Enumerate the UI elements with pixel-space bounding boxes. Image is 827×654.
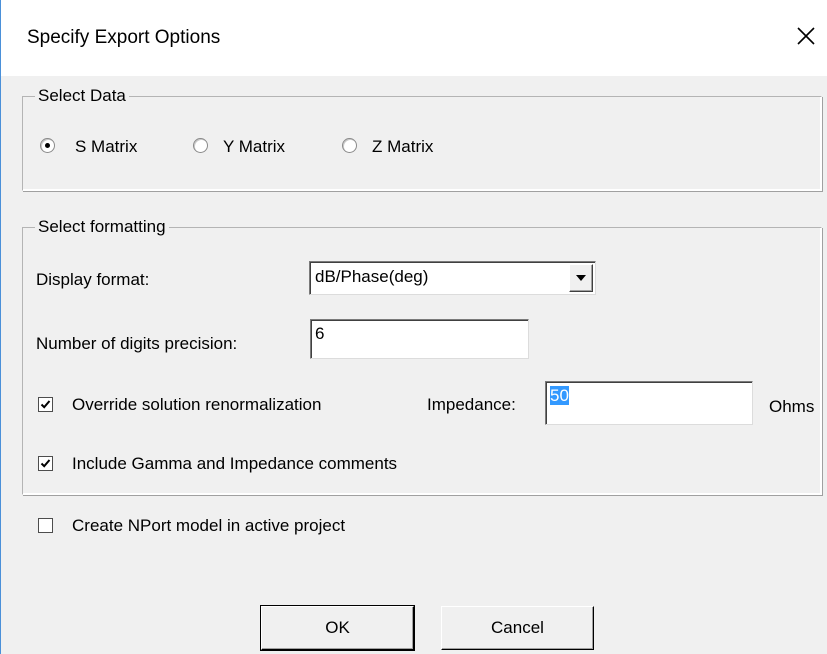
close-icon xyxy=(797,27,815,45)
override-renormalization-label[interactable]: Override solution renormalization xyxy=(72,395,321,415)
dialog-title: Specify Export Options xyxy=(27,27,221,48)
select-data-legend: Select Data xyxy=(35,86,129,106)
chevron-down-icon xyxy=(576,275,586,281)
close-button[interactable] xyxy=(784,14,827,58)
z-matrix-radio[interactable] xyxy=(342,138,357,153)
precision-label: Number of digits precision: xyxy=(36,334,238,353)
export-options-dialog: Specify Export Options Select Data S Mat… xyxy=(0,0,827,654)
include-gamma-checkbox[interactable] xyxy=(38,456,53,471)
display-format-value: dB/Phase(deg) xyxy=(315,267,429,286)
s-matrix-radio[interactable] xyxy=(40,138,55,153)
checkmark-icon xyxy=(40,400,51,409)
dropdown-arrow-button[interactable] xyxy=(569,264,593,292)
impedance-value: 50 xyxy=(550,386,569,405)
select-formatting-legend: Select formatting xyxy=(35,217,169,237)
create-nport-checkbox[interactable] xyxy=(38,518,53,533)
cancel-button[interactable]: Cancel xyxy=(441,606,594,650)
impedance-label: Impedance: xyxy=(427,395,516,414)
ohms-unit-label: Ohms xyxy=(769,397,815,416)
precision-value: 6 xyxy=(315,324,325,343)
include-gamma-label[interactable]: Include Gamma and Impedance comments xyxy=(72,454,397,474)
ok-button[interactable]: OK xyxy=(260,605,415,651)
checkmark-icon xyxy=(40,459,51,468)
display-format-label: Display format: xyxy=(36,270,150,289)
s-matrix-label[interactable]: S Matrix xyxy=(75,137,137,157)
precision-input[interactable]: 6 xyxy=(310,319,529,359)
y-matrix-radio[interactable] xyxy=(193,138,208,153)
create-nport-label[interactable]: Create NPort model in active project xyxy=(72,516,345,536)
impedance-input[interactable]: 50 xyxy=(545,381,753,425)
y-matrix-label[interactable]: Y Matrix xyxy=(223,137,285,157)
title-bar: Specify Export Options xyxy=(1,0,827,76)
override-renormalization-checkbox[interactable] xyxy=(38,397,53,412)
z-matrix-label[interactable]: Z Matrix xyxy=(372,137,433,157)
display-format-select[interactable]: dB/Phase(deg) xyxy=(309,261,596,295)
